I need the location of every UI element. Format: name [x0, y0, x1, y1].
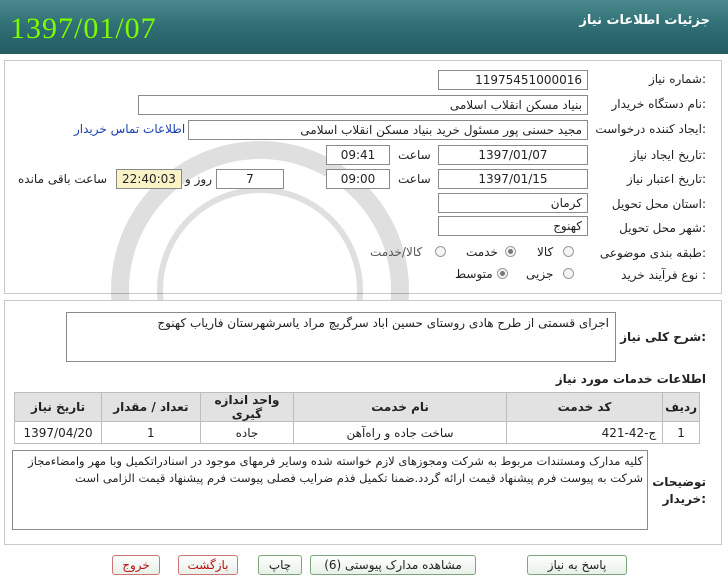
- purchase-option-medium: متوسط: [455, 267, 493, 281]
- category-radio-service[interactable]: [505, 246, 516, 257]
- purchase-type-label: نوع فرآیند خرید :: [621, 268, 706, 282]
- create-date-label: تاریخ ایجاد نیاز:: [630, 148, 706, 162]
- create-time-field: 09:41: [326, 145, 390, 165]
- validity-date-label: تاریخ اعتبار نیاز:: [626, 172, 706, 186]
- cell-unit: جاده: [199, 421, 295, 444]
- category-label: طبقه بندی موضوعی:: [599, 246, 706, 260]
- need-number-label: شماره نیاز:: [648, 72, 706, 86]
- category-radio-goods-service[interactable]: [435, 246, 446, 257]
- city-label: شهر محل تحویل:: [619, 221, 706, 235]
- print-button[interactable]: چاپ: [258, 555, 302, 575]
- remaining-label: ساعت باقی مانده: [18, 172, 108, 186]
- cell-quantity: 1: [101, 421, 201, 444]
- category-radio-goods[interactable]: [563, 246, 574, 257]
- back-button[interactable]: بازگشت: [178, 555, 238, 575]
- col-quantity: تعداد / مقدار: [101, 392, 201, 422]
- days-field: 7: [216, 169, 284, 189]
- days-label: روز و: [185, 172, 212, 186]
- attachments-button[interactable]: مشاهده مدارک پیوستی (6): [310, 555, 476, 575]
- validity-date-field: 1397/01/15: [438, 169, 588, 189]
- reply-button[interactable]: پاسخ به نیاز: [527, 555, 627, 575]
- col-unit: واحد اندازه گیری: [199, 392, 295, 422]
- creator-label: ایجاد کننده درخواست:: [595, 122, 706, 136]
- province-field: کرمان: [438, 193, 588, 213]
- cell-service-name: ساخت جاده و راه‌آهن: [293, 421, 507, 444]
- purchase-option-minor: جزیی: [526, 267, 554, 281]
- col-service-name: نام خدمت: [293, 392, 507, 422]
- purchase-radio-medium[interactable]: [497, 268, 508, 279]
- services-header-row: تاریخ نیاز تعداد / مقدار واحد اندازه گیر…: [13, 392, 700, 422]
- cell-need-date: 1397/04/20: [13, 421, 103, 444]
- cell-service-code: ج-42-421: [505, 421, 664, 444]
- category-option-goods: کالا: [537, 245, 554, 259]
- buyer-notes-box: کلیه مدارک ومستندات مربوط به شرکت ومجوزه…: [12, 450, 648, 530]
- create-time-label: ساعت: [398, 148, 431, 162]
- notes-label-line1: توضیحات: [652, 475, 706, 489]
- services-table: تاریخ نیاز تعداد / مقدار واحد اندازه گیر…: [13, 392, 700, 444]
- buyer-org-field: بنیاد مسکن انقلاب اسلامی: [138, 95, 588, 115]
- table-row: 1397/04/20 1 جاده ساخت جاده و راه‌آهن ج-…: [13, 421, 700, 444]
- header-date: 1397/01/07: [10, 12, 157, 45]
- category-option-goods-service: کالا/خدمت: [370, 245, 423, 259]
- col-row-number: ردیف: [662, 392, 700, 422]
- page-title: جزئیات اطلاعات نیاز: [579, 13, 710, 28]
- purchase-radio-minor[interactable]: [563, 268, 574, 279]
- description-label: شرح کلی نیاز:: [620, 330, 706, 344]
- services-title: اطلاعات خدمات مورد نیاز: [555, 372, 706, 386]
- remaining-time-field: 22:40:03: [116, 169, 182, 189]
- col-need-date: تاریخ نیاز: [13, 392, 103, 422]
- notes-label-line2: خریدار:: [662, 492, 706, 506]
- exit-button[interactable]: خروج: [112, 555, 160, 575]
- col-service-code: کد خدمت: [505, 392, 664, 422]
- category-option-service: خدمت: [466, 245, 498, 259]
- validity-time-label: ساعت: [398, 172, 431, 186]
- buyer-org-label: نام دستگاه خریدار:: [611, 97, 707, 111]
- cell-row-number: 1: [662, 421, 700, 444]
- province-label: استان محل تحویل:: [611, 197, 706, 211]
- buyer-contact-link[interactable]: اطلاعات تماس خریدار: [74, 122, 185, 136]
- need-number-field: 11975451000016: [438, 70, 588, 90]
- creator-field: مجید حسنی پور مسئول خرید بنیاد مسکن انقل…: [188, 120, 588, 140]
- validity-time-field: 09:00: [326, 169, 390, 189]
- page-header: 1397/01/07 جزئیات اطلاعات نیاز: [0, 0, 728, 54]
- city-field: کهنوج: [438, 216, 588, 236]
- create-date-field: 1397/01/07: [438, 145, 588, 165]
- description-box: اجرای قسمتی از طرح هادی روستای حسین اباد…: [66, 312, 616, 362]
